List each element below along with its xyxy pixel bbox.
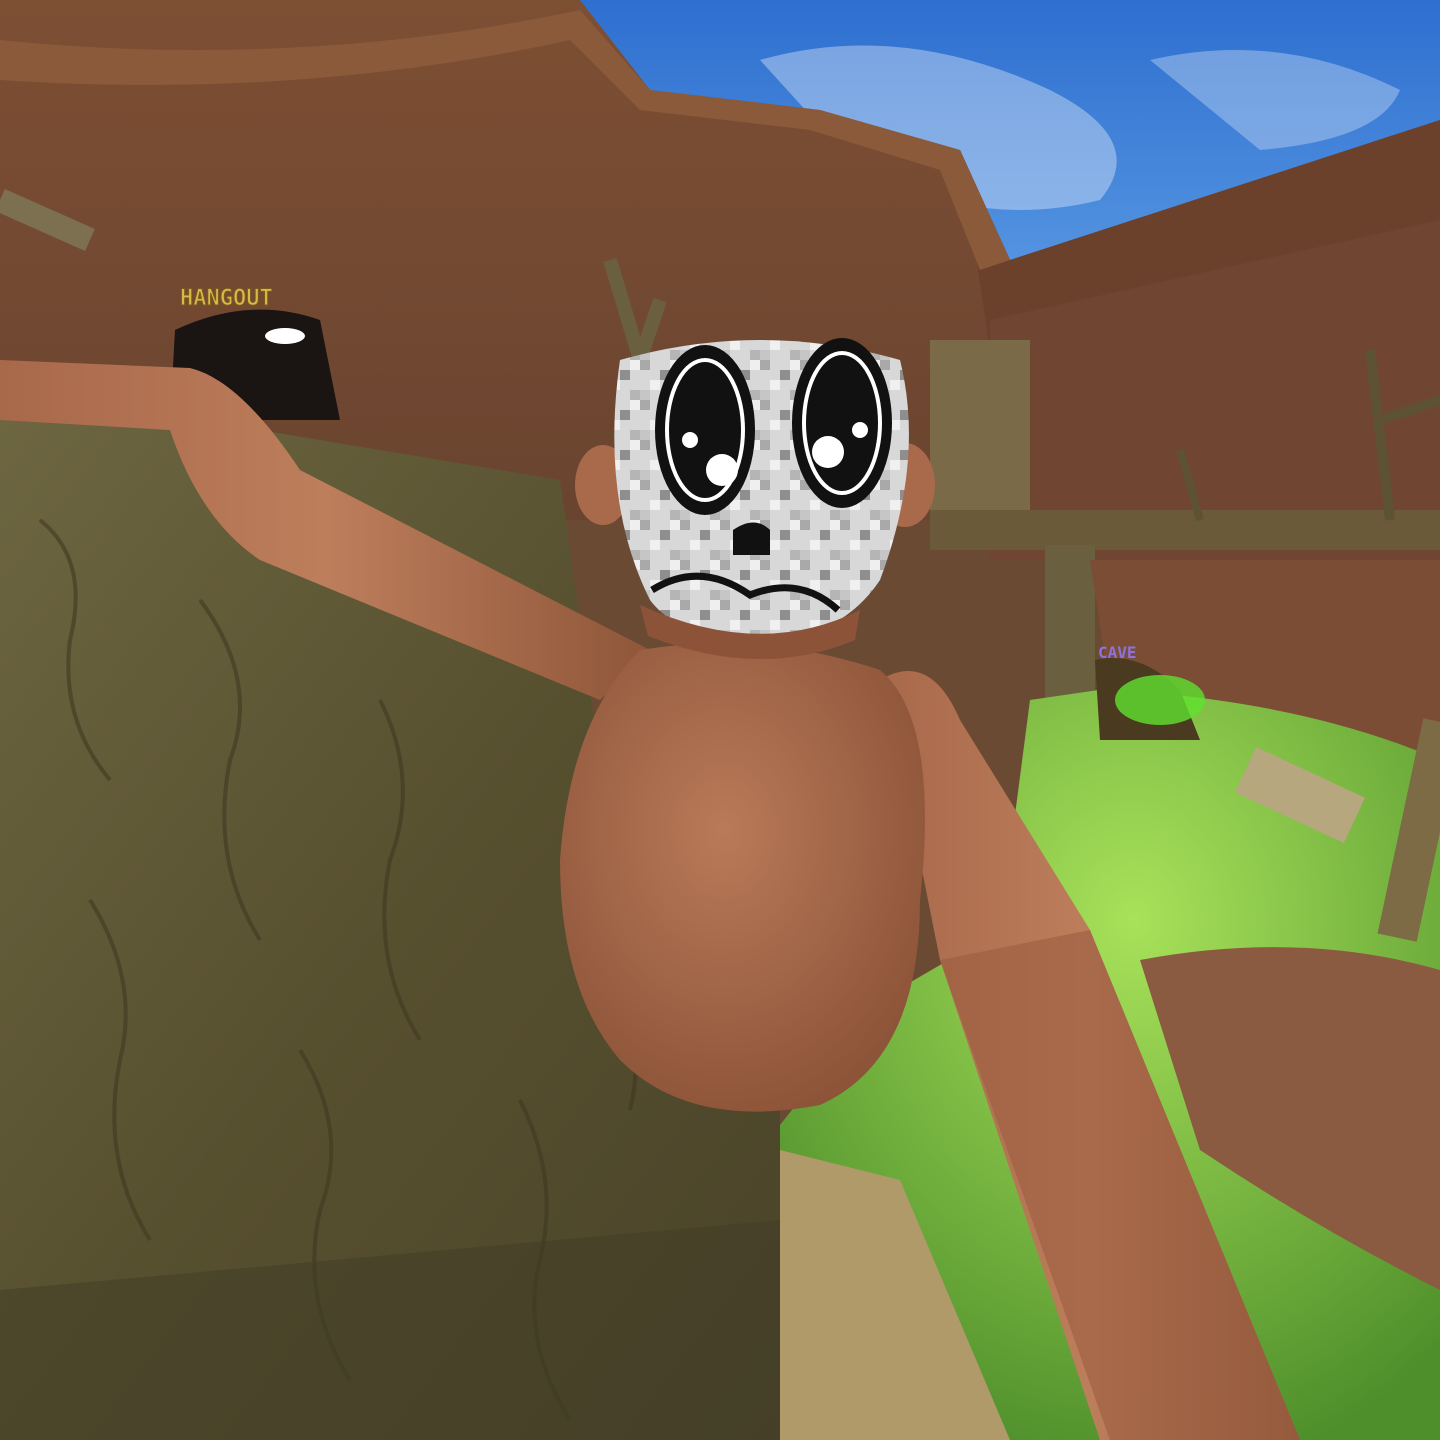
eye-highlight (682, 432, 698, 448)
avatar-eye-right (792, 338, 892, 508)
hangout-sign: HANGOUT (180, 286, 273, 311)
avatar-nose (733, 522, 770, 555)
avatar-body (560, 643, 925, 1112)
monkey-avatar-face (575, 338, 935, 660)
wooden-post (930, 340, 1030, 520)
avatar-eye-left (655, 345, 755, 515)
eye-highlight (706, 454, 738, 486)
tunnel-light (265, 328, 305, 344)
wooden-platform (930, 510, 1440, 550)
game-scene: HANGOUT CAVE (0, 0, 1440, 1440)
cave-sign: CAVE (1098, 643, 1137, 662)
eye-highlight (852, 422, 868, 438)
eye-highlight (812, 436, 844, 468)
